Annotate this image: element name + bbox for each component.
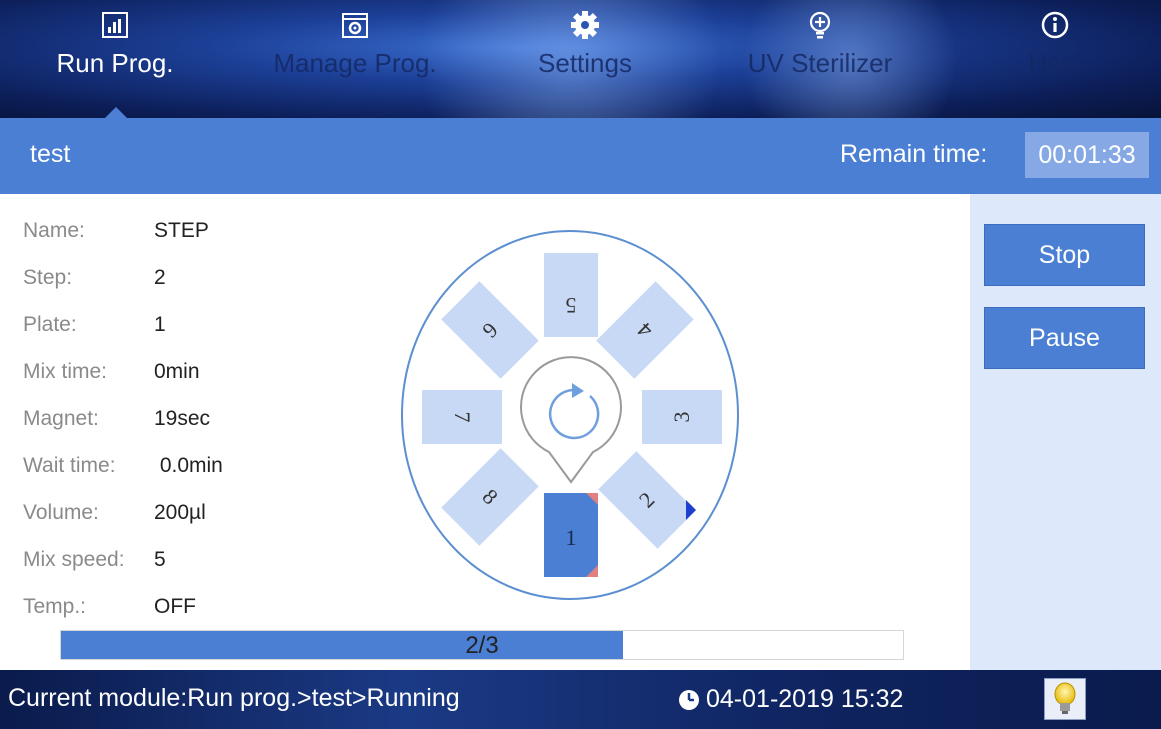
- slot-label: 1: [566, 525, 577, 550]
- program-name: test: [30, 140, 71, 168]
- info-label: Mix time:: [23, 360, 107, 383]
- tab-uv-sterilizer[interactable]: UV Sterilizer: [705, 10, 935, 118]
- datetime: 04-01-2019 15:32: [678, 685, 903, 714]
- info-value: 1: [154, 313, 166, 336]
- tab-help[interactable]: Help: [940, 10, 1161, 118]
- slot-8[interactable]: 8: [441, 448, 539, 546]
- info-value: 2: [154, 266, 166, 289]
- slot-label: 3: [669, 412, 694, 423]
- tab-manage-prog[interactable]: Manage Prog.: [240, 10, 470, 118]
- tab-settings[interactable]: Settings: [470, 10, 700, 118]
- action-panel: Stop Pause: [970, 194, 1161, 670]
- tab-run-prog[interactable]: Run Prog.: [0, 10, 230, 118]
- bulb-plus-icon: [805, 10, 835, 40]
- tab-label: Help: [1028, 48, 1082, 78]
- info-value: OFF: [154, 595, 196, 618]
- calendar-gear-icon: [340, 10, 370, 40]
- status-bar: Current module:Run prog.>test>Running 04…: [0, 670, 1161, 729]
- progress-text: 2/3: [465, 632, 499, 659]
- slot-1-active[interactable]: 1: [544, 493, 598, 577]
- light-bulb-icon: [1054, 682, 1076, 714]
- title-bar: test Remain time: 00:01:33: [0, 118, 1161, 194]
- info-label: Magnet:: [23, 407, 99, 430]
- plate-carousel: 5 4 3 2 1 8 7 6: [401, 230, 739, 600]
- slot-label: 7: [450, 412, 475, 423]
- slot-2[interactable]: 2: [598, 451, 696, 549]
- info-value: 0.0min: [154, 454, 223, 477]
- rotate-hub-icon[interactable]: [520, 356, 622, 484]
- remain-time-value: 00:01:33: [1025, 132, 1149, 178]
- clock-icon: [679, 689, 699, 710]
- pause-button[interactable]: Pause: [984, 307, 1145, 369]
- info-label: Step:: [23, 266, 73, 289]
- info-value: 200µl: [154, 501, 206, 524]
- info-value: 5: [154, 548, 166, 571]
- info-label: Temp.:: [23, 595, 87, 618]
- chart-icon: [100, 10, 130, 40]
- info-label: Name:: [23, 219, 85, 242]
- slot-4[interactable]: 4: [596, 281, 694, 379]
- info-icon: [1040, 10, 1070, 40]
- light-toggle-button[interactable]: [1044, 678, 1086, 720]
- slot-7[interactable]: 7: [422, 390, 502, 444]
- slot-label: 5: [566, 293, 577, 318]
- slot-5[interactable]: 5: [544, 253, 598, 337]
- run-progress-bar: 2/3: [60, 630, 904, 660]
- info-label: Mix speed:: [23, 548, 125, 571]
- slot-6[interactable]: 6: [441, 281, 539, 379]
- info-value: 19sec: [154, 407, 211, 430]
- info-label: Volume:: [23, 501, 99, 524]
- info-label: Wait time:: [23, 454, 116, 477]
- gear-icon: [570, 10, 600, 40]
- tab-label: Settings: [538, 48, 632, 78]
- stop-button[interactable]: Stop: [984, 224, 1145, 286]
- info-label: Plate:: [23, 313, 77, 336]
- tab-label: Run Prog.: [56, 48, 174, 78]
- tab-label: UV Sterilizer: [747, 48, 893, 78]
- tab-label: Manage Prog.: [273, 48, 437, 78]
- info-value: 0min: [154, 360, 200, 383]
- remain-time-label: Remain time:: [840, 140, 988, 168]
- slot-3[interactable]: 3: [642, 390, 722, 444]
- top-navigation: Run Prog. Manage Prog. Settings UV Steri…: [0, 0, 1161, 118]
- current-module-breadcrumb: Current module:Run prog.>test>Running: [8, 684, 460, 712]
- info-value: STEP: [154, 219, 209, 242]
- current-position-pointer-icon: [686, 500, 696, 520]
- datetime-value: 04-01-2019 15:32: [706, 685, 904, 713]
